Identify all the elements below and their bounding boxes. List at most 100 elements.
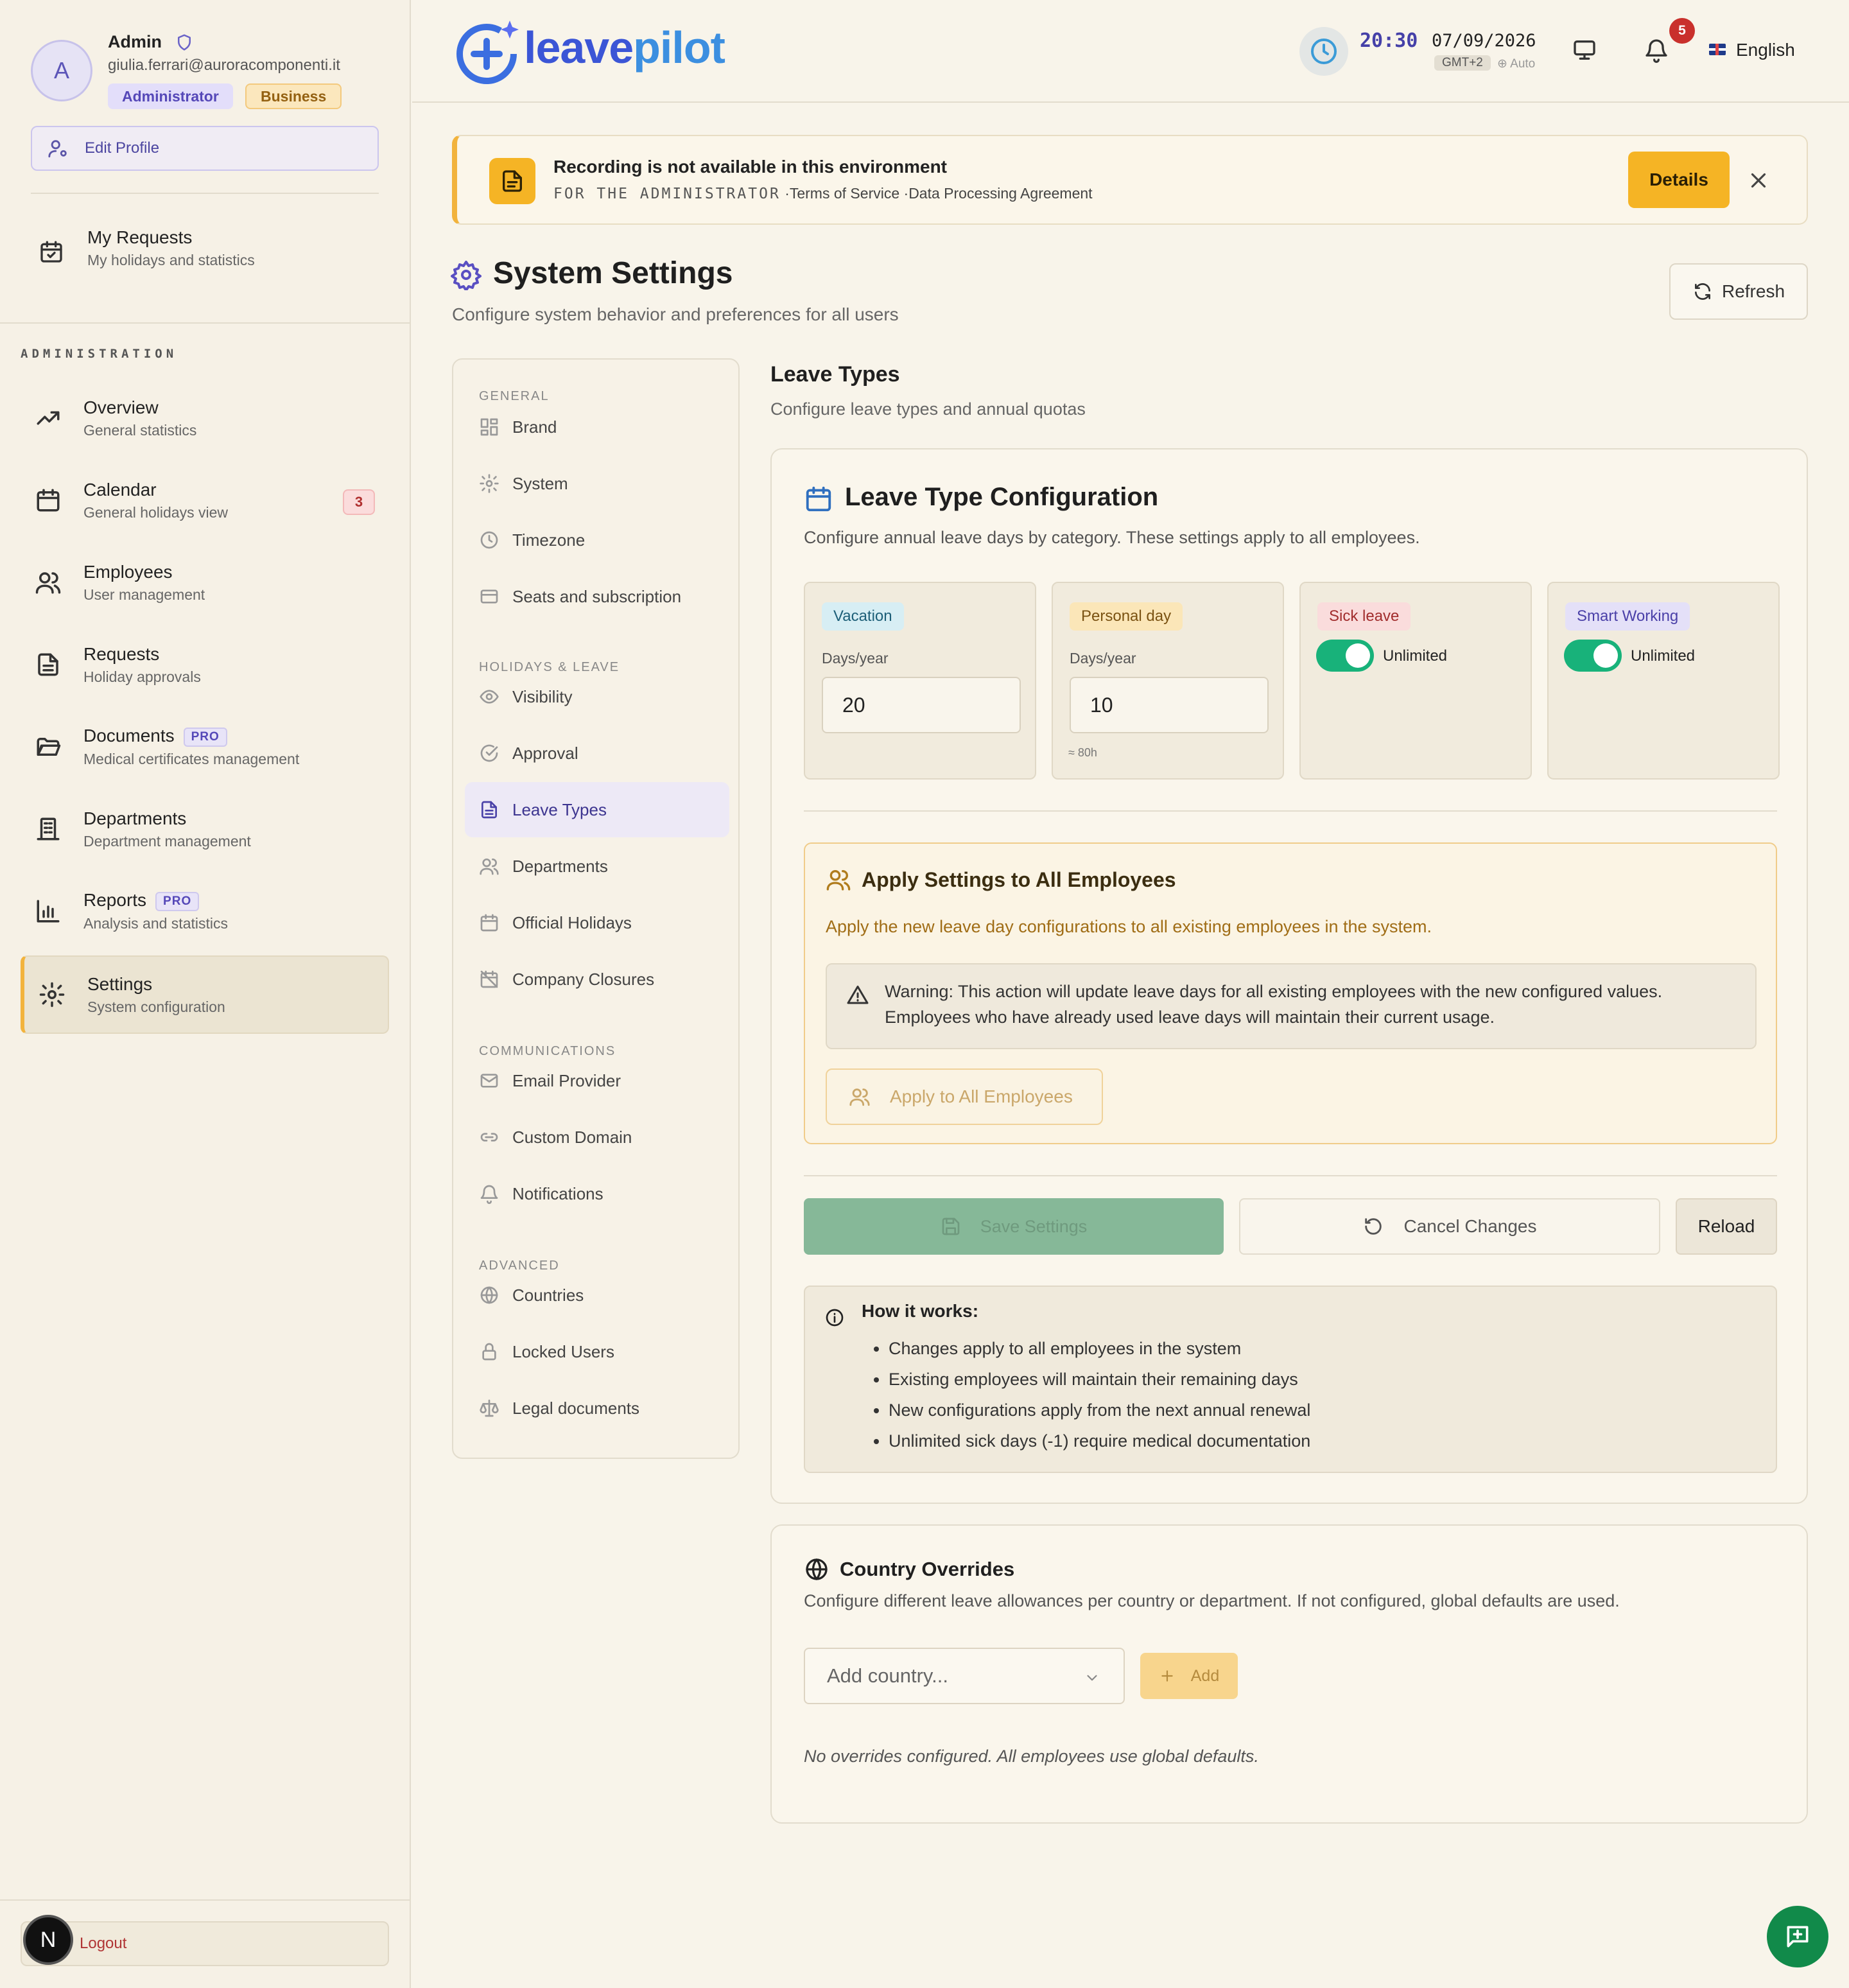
nav-subtitle: Analysis and statistics <box>83 914 228 932</box>
divider <box>804 810 1777 812</box>
warning-line-2: Employees who have already used leave da… <box>885 1007 1495 1027</box>
sidebar: A Admin giulia.ferrari@auroracomponenti.… <box>0 0 411 1988</box>
settings-nav-approval[interactable]: Approval <box>465 726 729 781</box>
settings-nav-system[interactable]: System <box>465 456 729 511</box>
page-subtitle: Configure system behavior and preference… <box>452 304 899 324</box>
cancel-changes-button[interactable]: Cancel Changes <box>1239 1198 1660 1255</box>
nav-subtitle: User management <box>83 586 205 603</box>
alert-subtitle: FOR THE ADMINISTRATOR ·Terms of Service … <box>553 185 1093 202</box>
calendar-check-icon <box>40 241 62 263</box>
sidebar-item-documents[interactable]: Documents PRO Medical certificates managem… <box>21 711 389 782</box>
eye-icon <box>480 690 499 704</box>
bell-icon <box>480 1185 498 1204</box>
list-item: Changes apply to all employees in the sy… <box>889 1333 1310 1364</box>
nav-label: Email Provider <box>512 1070 621 1090</box>
nav-label: Notifications <box>512 1183 603 1203</box>
logo-icon[interactable] <box>453 15 525 87</box>
dpa-link[interactable]: Data Processing Agreement <box>908 185 1092 202</box>
environment-alert: Recording is not available in this envir… <box>452 135 1808 225</box>
leave-type-sick-leave: Sick leave Unlimited <box>1299 582 1532 780</box>
personal-days-input[interactable]: 10 <box>1070 677 1269 733</box>
smart-working-unlimited-toggle[interactable] <box>1564 640 1622 672</box>
info-icon <box>826 1309 844 1327</box>
pro-badge: PRO <box>155 891 200 911</box>
leave-type-tag: Sick leave <box>1317 602 1411 631</box>
user-settings-icon <box>48 140 67 158</box>
terms-link[interactable]: Terms of Service <box>790 185 899 202</box>
refresh-button[interactable]: Refresh <box>1669 263 1808 320</box>
settings-nav-locked-users[interactable]: Locked Users <box>465 1324 729 1379</box>
nav-subtitle: Department management <box>83 832 251 850</box>
list-item: Existing employees will maintain their r… <box>889 1364 1310 1395</box>
bell-icon[interactable] <box>1644 37 1669 63</box>
add-country-button[interactable]: Add <box>1140 1653 1238 1699</box>
nav-label: Departments <box>512 856 608 876</box>
scale-icon <box>480 1399 499 1417</box>
current-time: 20:30 <box>1360 30 1418 52</box>
apply-all-panel: Apply Settings to All Employees Apply th… <box>804 842 1777 1144</box>
calendar-off-icon <box>480 970 498 988</box>
sick-unlimited-toggle[interactable] <box>1316 640 1374 672</box>
save-icon <box>942 1217 960 1235</box>
sidebar-item-my-requests[interactable]: My Requests My holidays and statistics <box>39 227 255 269</box>
clock-button[interactable] <box>1299 27 1348 76</box>
language-selector[interactable]: English <box>1736 40 1795 60</box>
reload-button[interactable]: Reload <box>1676 1198 1777 1255</box>
settings-nav-seats[interactable]: Seats and subscription <box>465 569 729 624</box>
sidebar-item-reports[interactable]: Reports PRO Analysis and statistics <box>21 876 389 946</box>
role-badge: Administrator <box>108 83 233 109</box>
dev-badge[interactable]: N <box>23 1915 73 1965</box>
settings-nav-official-holidays[interactable]: Official Holidays <box>465 895 729 950</box>
apply-all-button[interactable]: Apply to All Employees <box>826 1068 1103 1125</box>
nav-title: Employees <box>83 561 173 582</box>
sidebar-item-calendar[interactable]: Calendar General holidays view 3 <box>21 465 389 536</box>
nav-label: Brand <box>512 417 557 437</box>
settings-nav-visibility[interactable]: Visibility <box>465 669 729 724</box>
vacation-days-input[interactable]: 20 <box>822 677 1021 733</box>
settings-nav-legal-documents[interactable]: Legal documents <box>465 1381 729 1436</box>
unlimited-label: Unlimited <box>1383 647 1448 665</box>
settings-nav-company-closures[interactable]: Company Closures <box>465 952 729 1007</box>
user-email: giulia.ferrari@auroracomponenti.it <box>108 57 340 74</box>
nav-title: My Requests <box>87 227 193 247</box>
settings-nav-brand[interactable]: Brand <box>465 399 729 455</box>
clock-icon <box>480 531 498 549</box>
leave-type-personal-day: Personal day Days/year 10 ≈ 80h <box>1052 582 1284 780</box>
settings-nav-timezone[interactable]: Timezone <box>465 512 729 568</box>
section-subtitle: Configure leave types and annual quotas <box>770 399 1086 419</box>
save-settings-button[interactable]: Save Settings <box>804 1198 1224 1255</box>
users-icon <box>826 870 851 891</box>
avatar[interactable]: A <box>31 40 92 101</box>
settings-nav-leave-types[interactable]: Leave Types <box>465 782 729 837</box>
edit-profile-button[interactable]: Edit Profile <box>31 126 379 171</box>
sidebar-item-departments[interactable]: Departments Department management <box>21 794 389 864</box>
alert-title: Recording is not available in this envir… <box>553 157 948 177</box>
sidebar-item-employees[interactable]: Employees User management <box>21 547 389 618</box>
details-button[interactable]: Details <box>1628 152 1730 208</box>
chat-button[interactable] <box>1767 1906 1828 1967</box>
building-icon <box>37 817 60 841</box>
logout-button[interactable]: Logout <box>21 1921 389 1966</box>
nav-label: Official Holidays <box>512 912 632 932</box>
sidebar-item-overview[interactable]: Overview General statistics <box>21 383 389 453</box>
settings-nav-countries[interactable]: Countries <box>465 1268 729 1323</box>
settings-nav-notifications[interactable]: Notifications <box>465 1166 729 1221</box>
file-text-icon <box>38 653 58 676</box>
settings-nav-email-provider[interactable]: Email Provider <box>465 1053 729 1108</box>
nav-title: Calendar <box>83 479 157 500</box>
sidebar-item-requests[interactable]: Requests Holiday approvals <box>21 629 389 700</box>
sidebar-item-settings[interactable]: Settings System configuration <box>21 955 389 1034</box>
nav-title: Requests <box>83 643 160 664</box>
monitor-icon[interactable] <box>1572 37 1597 63</box>
globe-icon <box>806 1558 828 1580</box>
chevron-down-icon <box>1087 1675 1097 1681</box>
warning-triangle-icon <box>847 986 869 1004</box>
settings-nav-departments[interactable]: Departments <box>465 839 729 894</box>
separator: · <box>785 185 790 202</box>
list-item: Unlimited sick days (-1) require medical… <box>889 1426 1310 1456</box>
users-icon <box>849 1088 870 1106</box>
country-select[interactable]: Add country... <box>804 1648 1125 1704</box>
settings-nav-custom-domain[interactable]: Custom Domain <box>465 1110 729 1165</box>
nav-label: Legal documents <box>512 1398 640 1418</box>
close-icon[interactable] <box>1746 168 1771 193</box>
